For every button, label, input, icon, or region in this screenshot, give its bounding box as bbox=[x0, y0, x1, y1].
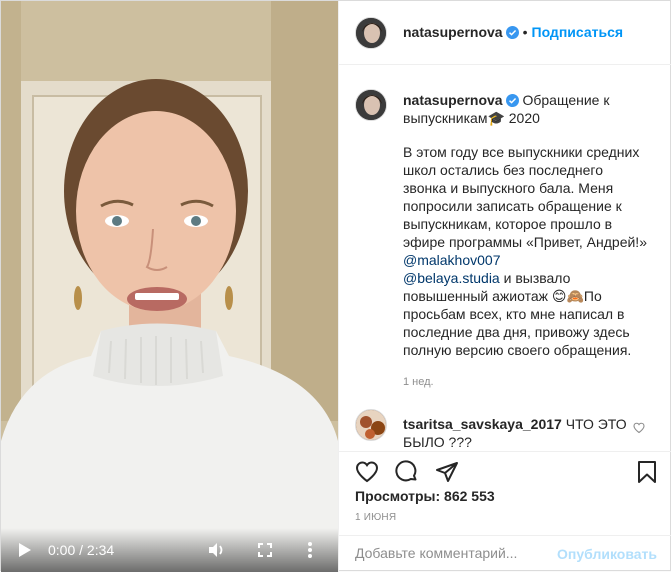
commenter-avatar[interactable] bbox=[355, 409, 387, 441]
comment-bubble-icon bbox=[395, 460, 417, 482]
video-player[interactable]: 0:00 / 2:34 bbox=[1, 1, 338, 572]
like-button[interactable] bbox=[353, 458, 381, 486]
caption-username[interactable]: natasupernova bbox=[403, 92, 503, 108]
avatar[interactable] bbox=[355, 17, 387, 49]
add-comment-bar: Опубликовать bbox=[339, 535, 671, 572]
caption-text-1: В этом году все выпускники средних школ … bbox=[403, 144, 647, 250]
separator-dot: • bbox=[522, 24, 528, 40]
post-header: natasupernova • Подписаться bbox=[339, 1, 671, 65]
avatar-image bbox=[356, 18, 386, 48]
comment-button[interactable] bbox=[393, 458, 421, 486]
avatar-image bbox=[356, 410, 386, 440]
video-controls: 0:00 / 2:34 bbox=[1, 528, 338, 572]
more-vertical-icon bbox=[308, 542, 312, 558]
play-icon bbox=[19, 543, 31, 557]
comment-username[interactable]: tsaritsa_savskaya_2017 bbox=[403, 416, 562, 432]
views-count[interactable]: Просмотры: 862 553 bbox=[355, 488, 495, 504]
fullscreen-icon bbox=[258, 543, 272, 557]
mention-link-2[interactable]: @belaya.studia bbox=[403, 270, 500, 286]
post-date[interactable]: 1 ИЮНЯ bbox=[355, 512, 396, 523]
post-details-panel: natasupernova • Подписаться natasupernova … bbox=[338, 1, 671, 572]
post-actions-bar bbox=[339, 451, 671, 491]
save-button[interactable] bbox=[633, 458, 661, 486]
verified-badge-icon bbox=[505, 94, 519, 107]
post-caption: natasupernova Обращение к выпускникам🎓 2… bbox=[403, 91, 649, 375]
caption-avatar[interactable] bbox=[355, 89, 387, 121]
fullscreen-button[interactable] bbox=[255, 540, 275, 560]
more-options-button[interactable] bbox=[300, 540, 320, 560]
avatar-image bbox=[356, 90, 386, 120]
mention-link-1[interactable]: @malakhov007 bbox=[403, 252, 501, 268]
comment-input[interactable] bbox=[355, 545, 555, 561]
comment-like-button[interactable] bbox=[633, 421, 645, 437]
video-frame bbox=[1, 1, 338, 572]
verified-badge-icon bbox=[505, 26, 519, 39]
follow-button[interactable]: Подписаться bbox=[532, 24, 624, 40]
paper-plane-icon bbox=[436, 462, 458, 482]
instagram-post: 0:00 / 2:34 natasupernova •Подписаться bbox=[0, 0, 671, 572]
video-time-display: 0:00 / 2:34 bbox=[48, 542, 115, 558]
publish-button[interactable]: Опубликовать bbox=[557, 546, 657, 562]
header-user-row: natasupernova • Подписаться bbox=[403, 24, 623, 40]
play-button[interactable] bbox=[15, 540, 35, 560]
comment-item: tsaritsa_savskaya_2017 ЧТО ЭТО БЫЛО ??? bbox=[403, 415, 643, 451]
caption-time-ago[interactable]: 1 нед. bbox=[403, 376, 434, 388]
heart-outline-icon bbox=[633, 422, 645, 434]
comments-section: natasupernova Обращение к выпускникам🎓 2… bbox=[339, 65, 671, 451]
share-button[interactable] bbox=[433, 458, 461, 486]
heart-outline-icon bbox=[355, 461, 379, 483]
volume-icon bbox=[209, 543, 223, 557]
bookmark-icon bbox=[638, 461, 656, 483]
header-username[interactable]: natasupernova bbox=[403, 24, 503, 40]
volume-button[interactable] bbox=[207, 540, 227, 560]
